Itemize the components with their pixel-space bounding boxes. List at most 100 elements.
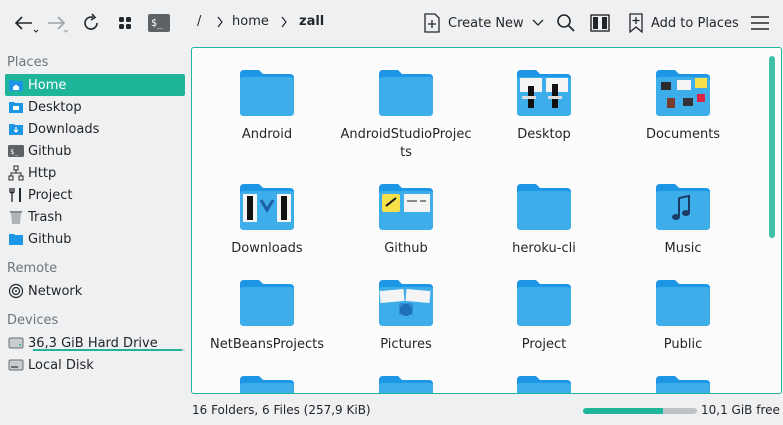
folder-icon (240, 280, 294, 326)
pictures-folder-preview (379, 376, 433, 393)
place-http[interactable]: Http (5, 162, 185, 184)
file-name: Downloads (231, 241, 303, 256)
back-button[interactable] (8, 8, 42, 38)
file-name: NetBeansProjects (210, 337, 324, 352)
drive-capacity-fill (33, 349, 182, 351)
network-tree-icon (8, 165, 24, 181)
chevron-right-icon (217, 16, 223, 28)
place-label: Project (28, 187, 73, 203)
place-label: Http (28, 165, 57, 181)
place-label: Local Disk (28, 357, 94, 373)
network-icon (8, 283, 24, 299)
pictures-folder-preview (379, 280, 433, 326)
place-downloads[interactable]: Downloads (5, 118, 185, 140)
forward-button[interactable] (44, 8, 74, 38)
place-label: Github (28, 143, 72, 159)
svg-text:$_: $_ (10, 148, 19, 156)
file-name: Pictures (380, 337, 432, 352)
place-trash[interactable]: Trash (5, 206, 185, 228)
downloads-folder-preview (240, 184, 294, 230)
search-button[interactable] (553, 8, 579, 38)
file-name: Desktop (517, 127, 571, 142)
place-network[interactable]: Network (5, 280, 185, 302)
folder-icon (517, 376, 571, 393)
place-hard-drive[interactable]: 36,3 GiB Hard Drive (5, 332, 185, 354)
split-view-button[interactable] (587, 8, 613, 38)
folder-icon (656, 280, 710, 326)
back-arrow-icon (14, 16, 39, 33)
remote-section-title: Remote (7, 261, 58, 276)
hamburger-menu-icon (751, 16, 769, 30)
downloads-folder-icon (8, 121, 24, 137)
svg-text:$_: $_ (151, 18, 164, 29)
file-name: Public (663, 337, 703, 352)
drive-capacity-bar (33, 349, 185, 351)
file-name: Project (521, 337, 567, 352)
breadcrumb-current[interactable]: zall (299, 14, 324, 29)
add-to-places-button[interactable]: Add to Places (627, 8, 739, 38)
disk-usage-bar (583, 408, 697, 414)
create-new-button[interactable]: Create New (422, 8, 544, 38)
home-folder-icon (8, 77, 24, 93)
folder-icon (656, 376, 710, 393)
place-label: Network (28, 283, 83, 299)
place-label: Trash (28, 209, 63, 225)
file-name: Music (664, 241, 702, 256)
folder-icon (379, 70, 433, 116)
places-panel: Places Home Desktop Downloads $_ Github … (0, 48, 190, 425)
file-name: heroku-cli (512, 241, 576, 256)
toolbar: $_ / home zall Create New Add to Places (0, 0, 783, 46)
documents-folder-preview (656, 70, 710, 116)
new-file-icon (424, 13, 440, 33)
devices-section-title: Devices (7, 313, 59, 328)
chevron-down-icon (532, 19, 544, 26)
search-icon (557, 14, 575, 32)
breadcrumb-root[interactable]: / (197, 14, 201, 29)
terminal-icon: $_ (148, 14, 170, 32)
reload-icon (84, 13, 98, 30)
places-section-title: Places (7, 55, 49, 70)
place-home[interactable]: Home (5, 74, 185, 96)
status-summary: 16 Folders, 6 Files (257,9 KiB) (192, 403, 371, 417)
desktop-folder-preview (517, 70, 571, 116)
folder-icon (517, 184, 571, 230)
file-name: Android (241, 127, 293, 142)
place-label: Github (28, 231, 72, 247)
free-space-label: 10,1 GiB free (701, 403, 780, 417)
folder-icon (8, 231, 24, 247)
place-label: Home (28, 77, 67, 93)
place-local-disk[interactable]: Local Disk (5, 354, 185, 376)
local-disk-icon (8, 357, 24, 373)
github-folder-preview (379, 184, 433, 230)
breadcrumb-home[interactable]: home (232, 14, 269, 29)
terminal-button[interactable]: $_ (146, 8, 172, 38)
tools-icon (8, 187, 24, 203)
file-name: Github (384, 241, 428, 256)
music-folder-icon (656, 184, 710, 230)
place-project[interactable]: Project (5, 184, 185, 206)
chevron-right-icon (281, 16, 287, 28)
folder-icon (240, 376, 294, 393)
place-github-terminal[interactable]: $_ Github (5, 140, 185, 162)
add-to-places-label: Add to Places (651, 15, 739, 31)
place-label: Desktop (28, 99, 82, 115)
file-view[interactable]: Android AndroidStudioProjects Desktop Docum… (191, 47, 782, 394)
grid-icon (119, 17, 131, 29)
menu-button[interactable] (747, 8, 773, 38)
place-desktop[interactable]: Desktop (5, 96, 185, 118)
scrollbar-handle[interactable] (769, 56, 775, 238)
file-name: Documents (645, 127, 721, 142)
folder-icon (240, 70, 294, 116)
view-mode-button[interactable] (112, 8, 138, 38)
disk-usage-fill (583, 408, 663, 414)
folder-icon (517, 280, 571, 326)
file-name: AndroidStudioProjects (340, 127, 472, 160)
reload-button[interactable] (78, 8, 104, 38)
desktop-folder-icon (8, 99, 24, 115)
terminal-icon: $_ (8, 143, 24, 159)
bookmark-add-icon (629, 13, 643, 34)
create-new-label: Create New (448, 15, 524, 31)
place-github-folder[interactable]: Github (5, 228, 185, 250)
hard-drive-icon (8, 335, 24, 351)
split-view-icon (590, 14, 610, 32)
